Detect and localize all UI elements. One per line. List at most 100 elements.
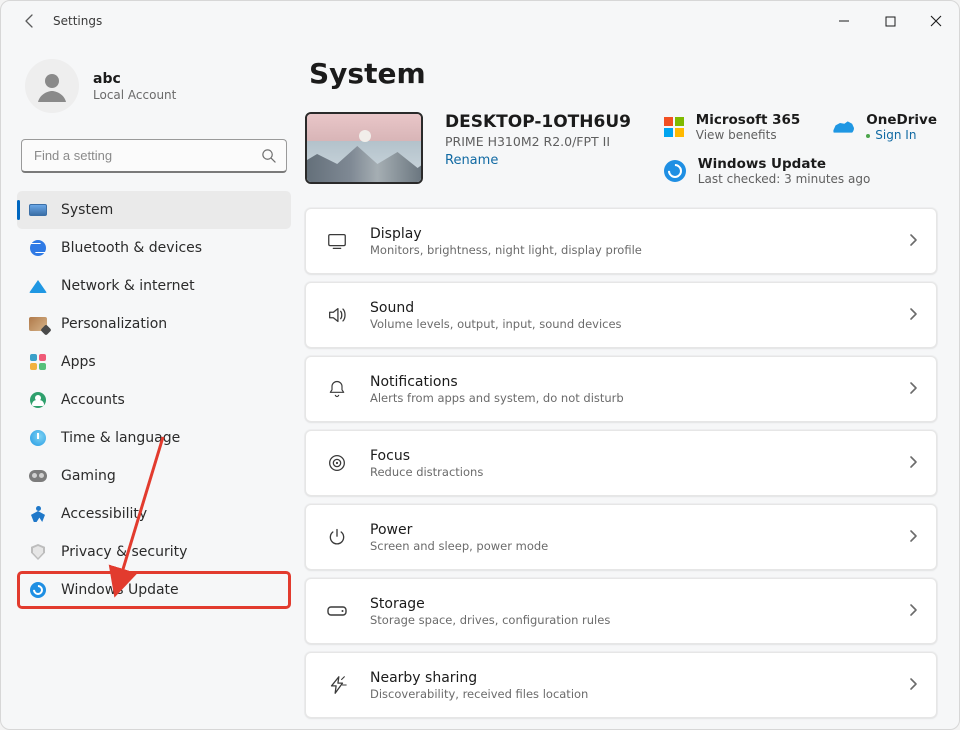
sidebar-item-label: Bluetooth & devices: [61, 240, 202, 256]
display-icon: [324, 228, 350, 254]
minimize-icon: [838, 15, 850, 27]
apps-icon: [29, 353, 47, 371]
maximize-button[interactable]: [867, 1, 913, 41]
privacy-icon: [29, 543, 47, 561]
sidebar-item-label: Windows Update: [61, 582, 179, 598]
device-name: DESKTOP-1OTH6U9: [445, 112, 631, 132]
sidebar-item-privacy[interactable]: Privacy & security: [17, 533, 291, 571]
chevron-right-icon: [908, 602, 918, 621]
profile-subtitle: Local Account: [93, 88, 176, 102]
power-icon: [324, 524, 350, 550]
sidebar-item-system[interactable]: System: [17, 191, 291, 229]
page-heading: System: [309, 57, 937, 90]
status-onedrive-subtitle: Sign In: [866, 128, 937, 142]
accounts-icon: [29, 391, 47, 409]
storage-icon: [324, 598, 350, 624]
sidebar: abc Local Account System Bluetooth & devi…: [1, 41, 301, 729]
minimize-button[interactable]: [821, 1, 867, 41]
section-notifications[interactable]: NotificationsAlerts from apps and system…: [305, 356, 937, 422]
back-button[interactable]: [21, 12, 39, 30]
section-title: Power: [370, 522, 548, 538]
section-power[interactable]: PowerScreen and sleep, power mode: [305, 504, 937, 570]
rename-link[interactable]: Rename: [445, 153, 498, 168]
status-m365[interactable]: Microsoft 365 View benefits: [664, 112, 801, 142]
chevron-right-icon: [908, 676, 918, 695]
sidebar-item-label: Accessibility: [61, 506, 147, 522]
sidebar-item-personalization[interactable]: Personalization: [17, 305, 291, 343]
section-subtitle: Monitors, brightness, night light, displ…: [370, 243, 642, 257]
device-info: DESKTOP-1OTH6U9 PRIME H310M2 R2.0/FPT II…: [445, 112, 631, 168]
windows-update-icon: [664, 160, 686, 182]
status-wu-subtitle: Last checked: 3 minutes ago: [698, 172, 871, 186]
system-icon: [29, 201, 47, 219]
section-title: Sound: [370, 300, 622, 316]
sidebar-item-network[interactable]: Network & internet: [17, 267, 291, 305]
section-subtitle: Reduce distractions: [370, 465, 483, 479]
sidebar-item-accounts[interactable]: Accounts: [17, 381, 291, 419]
sidebar-item-label: System: [61, 202, 113, 218]
status-onedrive[interactable]: OneDrive Sign In: [832, 112, 937, 142]
arrow-left-icon: [22, 13, 38, 29]
chevron-right-icon: [908, 306, 918, 325]
window: Settings abc Local Account: [0, 0, 960, 730]
section-subtitle: Alerts from apps and system, do not dist…: [370, 391, 624, 405]
sidebar-item-bluetooth[interactable]: Bluetooth & devices: [17, 229, 291, 267]
profile[interactable]: abc Local Account: [17, 53, 291, 127]
microsoft-365-icon: [664, 117, 684, 137]
status-onedrive-title: OneDrive: [866, 112, 937, 128]
notifications-icon: [324, 376, 350, 402]
device-hero: DESKTOP-1OTH6U9 PRIME H310M2 R2.0/FPT II…: [305, 112, 937, 186]
gaming-icon: [29, 467, 47, 485]
sound-icon: [324, 302, 350, 328]
title-bar: Settings: [1, 1, 959, 41]
chevron-right-icon: [908, 454, 918, 473]
status-column: Microsoft 365 View benefits OneDrive Sig…: [664, 112, 937, 186]
status-windows-update[interactable]: Windows Update Last checked: 3 minutes a…: [664, 156, 937, 186]
section-title: Storage: [370, 596, 610, 612]
status-m365-subtitle: View benefits: [696, 128, 801, 142]
close-button[interactable]: [913, 1, 959, 41]
section-storage[interactable]: StorageStorage space, drives, configurat…: [305, 578, 937, 644]
bluetooth-icon: [29, 239, 47, 257]
window-controls: [821, 1, 959, 41]
section-title: Nearby sharing: [370, 670, 588, 686]
section-focus[interactable]: FocusReduce distractions: [305, 430, 937, 496]
settings-sections: DisplayMonitors, brightness, night light…: [305, 208, 937, 718]
sidebar-item-label: Apps: [61, 354, 96, 370]
search-box[interactable]: [21, 139, 287, 173]
close-icon: [930, 15, 942, 27]
nav-list: System Bluetooth & devices Network & inter…: [17, 191, 291, 609]
onedrive-icon: [832, 119, 854, 135]
time-icon: [29, 429, 47, 447]
section-sound[interactable]: SoundVolume levels, output, input, sound…: [305, 282, 937, 348]
section-title: Notifications: [370, 374, 624, 390]
section-title: Display: [370, 226, 642, 242]
section-title: Focus: [370, 448, 483, 464]
sidebar-item-accessibility[interactable]: Accessibility: [17, 495, 291, 533]
section-subtitle: Volume levels, output, input, sound devi…: [370, 317, 622, 331]
accessibility-icon: [29, 505, 47, 523]
section-nearby[interactable]: Nearby sharingDiscoverability, received …: [305, 652, 937, 718]
section-display[interactable]: DisplayMonitors, brightness, night light…: [305, 208, 937, 274]
personalization-icon: [29, 315, 47, 333]
sidebar-item-time[interactable]: Time & language: [17, 419, 291, 457]
sidebar-item-label: Time & language: [61, 430, 180, 446]
section-subtitle: Screen and sleep, power mode: [370, 539, 548, 553]
sidebar-item-label: Gaming: [61, 468, 116, 484]
status-wu-title: Windows Update: [698, 156, 871, 172]
maximize-icon: [885, 16, 896, 27]
avatar: [25, 59, 79, 113]
device-thumbnail[interactable]: [305, 112, 423, 184]
sidebar-item-update[interactable]: Windows Update: [17, 571, 291, 609]
chevron-right-icon: [908, 528, 918, 547]
chevron-right-icon: [908, 380, 918, 399]
sidebar-item-gaming[interactable]: Gaming: [17, 457, 291, 495]
sidebar-item-label: Personalization: [61, 316, 167, 332]
sidebar-item-label: Network & internet: [61, 278, 195, 294]
search-input[interactable]: [32, 147, 253, 164]
chevron-right-icon: [908, 232, 918, 251]
app-title: Settings: [53, 14, 102, 28]
network-icon: [29, 277, 47, 295]
section-subtitle: Storage space, drives, configuration rul…: [370, 613, 610, 627]
sidebar-item-apps[interactable]: Apps: [17, 343, 291, 381]
